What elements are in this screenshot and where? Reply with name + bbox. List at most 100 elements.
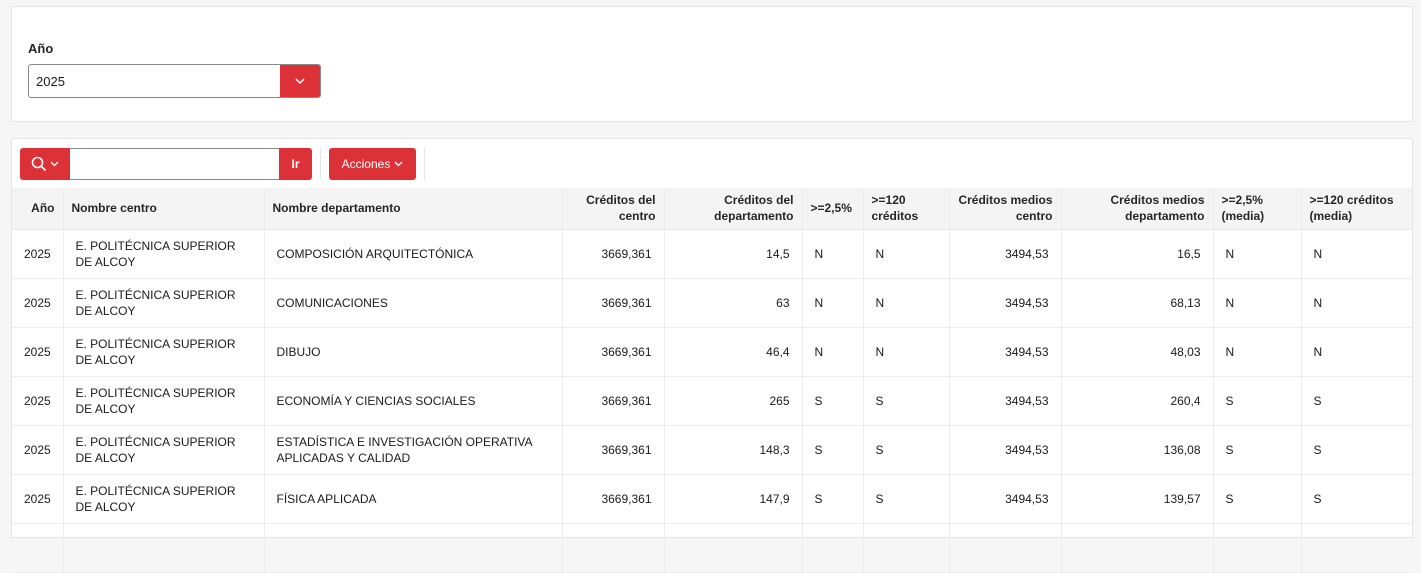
header-creditos-departamento[interactable]: Créditos del departamento — [663, 188, 802, 230]
cell-nombre-centro: E. POLITÉCNICA SUPERIOR DE ALCOY — [62, 425, 264, 475]
cell-creditos-centro: 3669,361 — [561, 474, 664, 524]
cell-nombre-centro: E. POLITÉCNICA SUPERIOR DE ALCOY — [62, 278, 264, 328]
table-row: 2025 E. POLITÉCNICA SUPERIOR DE ALCOY CO… — [12, 229, 1412, 279]
search-input[interactable] — [70, 148, 279, 180]
cell-nombre-centro: E. POLITÉCNICA SUPERIOR DE ALCOY — [62, 474, 264, 524]
cell-anio: 2025 — [12, 229, 63, 279]
table-row: 2025 E. POLITÉCNICA SUPERIOR DE ALCOY CO… — [12, 278, 1412, 328]
cell-nombre-departamento: DIBUJO — [263, 327, 562, 377]
cell-creditos-medios-departamento: 260,4 — [1060, 376, 1213, 426]
cell-empty — [561, 523, 664, 573]
cell-120-creditos-media: S — [1300, 425, 1412, 475]
search-column-button[interactable] — [20, 148, 70, 180]
cell-nombre-departamento: FÍSICA APLICADA — [263, 474, 562, 524]
header-pct-media[interactable]: >=2,5% (media) — [1212, 188, 1301, 230]
cell-120-creditos: S — [862, 474, 949, 524]
header-anio[interactable]: Año — [12, 188, 63, 230]
cell-creditos-medios-centro: 3494,53 — [948, 278, 1061, 328]
header-120-creditos[interactable]: >=120 créditos — [862, 188, 949, 230]
cell-creditos-departamento: 147,9 — [663, 474, 802, 524]
cell-pct-media: S — [1212, 376, 1301, 426]
cell-creditos-medios-departamento: 48,03 — [1060, 327, 1213, 377]
cell-creditos-medios-departamento: 16,5 — [1060, 229, 1213, 279]
cell-anio: 2025 — [12, 474, 63, 524]
cell-pct-media: N — [1212, 229, 1301, 279]
year-select-value: 2025 — [36, 74, 65, 89]
cell-creditos-centro: 3669,361 — [561, 229, 664, 279]
cell-creditos-departamento: 148,3 — [663, 425, 802, 475]
chevron-down-icon — [50, 161, 59, 167]
cell-120-creditos-media: N — [1300, 327, 1412, 377]
header-pct[interactable]: >=2,5% — [801, 188, 863, 230]
cell-creditos-centro: 3669,361 — [561, 278, 664, 328]
actions-button-label: Acciones — [341, 157, 391, 171]
cell-nombre-departamento: COMUNICACIONES — [263, 278, 562, 328]
cell-nombre-departamento: COMPOSICIÓN ARQUITECTÓNICA — [263, 229, 562, 279]
go-button[interactable]: Ir — [279, 148, 312, 180]
cell-nombre-centro: E. POLITÉCNICA SUPERIOR DE ALCOY — [62, 229, 264, 279]
header-creditos-medios-departamento[interactable]: Créditos medios departamento — [1060, 188, 1213, 230]
table-header-row: Año Nombre centro Nombre departamento Cr… — [12, 188, 1412, 230]
cell-creditos-departamento: 14,5 — [663, 229, 802, 279]
cell-empty — [663, 523, 802, 573]
cell-120-creditos: S — [862, 425, 949, 475]
search-icon — [31, 156, 47, 172]
cell-creditos-medios-centro: 3494,53 — [948, 474, 1061, 524]
cell-empty — [1300, 523, 1412, 573]
cell-creditos-medios-centro: 3494,53 — [948, 376, 1061, 426]
cell-creditos-medios-departamento: 68,13 — [1060, 278, 1213, 328]
chevron-down-icon — [295, 78, 305, 84]
cell-empty — [948, 523, 1061, 573]
header-120-creditos-media[interactable]: >=120 créditos (media) — [1300, 188, 1412, 230]
header-nombre-departamento[interactable]: Nombre departamento — [263, 188, 562, 230]
cell-creditos-centro: 3669,361 — [561, 425, 664, 475]
cell-120-creditos-media: N — [1300, 229, 1412, 279]
cell-120-creditos: N — [862, 229, 949, 279]
cell-nombre-departamento: ECONOMÍA Y CIENCIAS SOCIALES — [263, 376, 562, 426]
table-row: 2025 E. POLITÉCNICA SUPERIOR DE ALCOY EC… — [12, 376, 1412, 426]
cell-120-creditos-media: N — [1300, 278, 1412, 328]
cell-120-creditos: N — [862, 278, 949, 328]
cell-120-creditos: N — [862, 327, 949, 377]
actions-button[interactable]: Acciones — [329, 148, 416, 180]
year-select[interactable]: 2025 — [28, 64, 321, 98]
cell-creditos-medios-departamento: 139,57 — [1060, 474, 1213, 524]
cell-creditos-centro: 3669,361 — [561, 327, 664, 377]
chevron-down-icon — [394, 161, 403, 167]
cell-pct-media: N — [1212, 278, 1301, 328]
header-creditos-medios-centro[interactable]: Créditos medios centro — [948, 188, 1061, 230]
cell-creditos-departamento: 265 — [663, 376, 802, 426]
cell-empty — [12, 523, 63, 573]
cell-nombre-departamento: ESTADÍSTICA E INVESTIGACIÓN OPERATIVA AP… — [263, 425, 562, 475]
cell-pct: S — [801, 376, 863, 426]
cell-creditos-departamento: 46,4 — [663, 327, 802, 377]
toolbar-divider — [424, 148, 425, 180]
cell-120-creditos: S — [862, 376, 949, 426]
cell-creditos-medios-departamento: 136,08 — [1060, 425, 1213, 475]
header-creditos-centro[interactable]: Créditos del centro — [561, 188, 664, 230]
cell-pct-media: N — [1212, 327, 1301, 377]
report-region: Ir Acciones Año Nombre centro Nombre dep… — [11, 138, 1413, 573]
cell-pct-media: S — [1212, 425, 1301, 475]
cell-nombre-centro: E. POLITÉCNICA SUPERIOR DE ALCOY — [62, 327, 264, 377]
cell-empty — [1212, 523, 1301, 573]
header-nombre-centro[interactable]: Nombre centro — [62, 188, 264, 230]
cell-empty — [801, 523, 863, 573]
table-row: 2025 E. POLITÉCNICA SUPERIOR DE ALCOY DI… — [12, 327, 1412, 377]
year-label: Año — [28, 41, 54, 56]
cell-creditos-centro: 3669,361 — [561, 376, 664, 426]
cell-120-creditos-media: S — [1300, 474, 1412, 524]
cell-pct: N — [801, 229, 863, 279]
cell-empty — [263, 523, 562, 573]
cell-pct: S — [801, 425, 863, 475]
cell-creditos-medios-centro: 3494,53 — [948, 327, 1061, 377]
cell-empty — [1060, 523, 1213, 573]
cell-anio: 2025 — [12, 376, 63, 426]
table-row: 2025 E. POLITÉCNICA SUPERIOR DE ALCOY ES… — [12, 425, 1412, 475]
year-select-button[interactable] — [280, 65, 320, 97]
filter-region: Año 2025 — [11, 6, 1413, 122]
cell-pct: N — [801, 327, 863, 377]
cell-creditos-medios-centro: 3494,53 — [948, 425, 1061, 475]
cell-empty — [862, 523, 949, 573]
toolbar-divider — [320, 148, 321, 180]
